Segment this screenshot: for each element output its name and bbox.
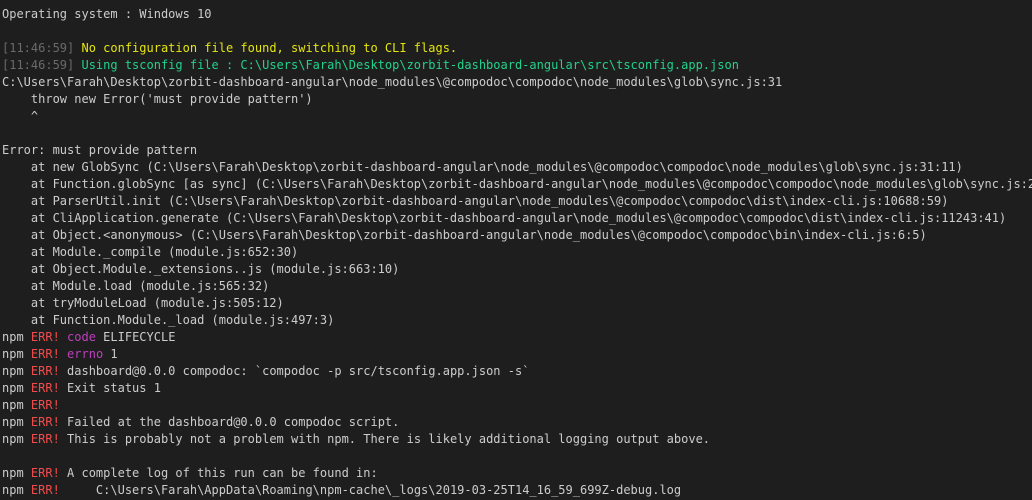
terminal-line: at ParserUtil.init (C:\Users\Farah\Deskt… <box>2 193 1032 210</box>
npm-err-tag: ERR! <box>30 381 60 395</box>
terminal-line: at Module.load (module.js:565:32) <box>2 278 1032 295</box>
line-text: npm <box>2 330 31 344</box>
line-text: A complete log of this run can be found … <box>59 466 378 480</box>
line-text: at Module._compile (module.js:652:30) <box>2 245 299 259</box>
line-text: at Function.globSync [as sync] (C:\Users… <box>2 177 1032 191</box>
line-text: npm <box>2 381 31 395</box>
terminal-line: at CliApplication.generate (C:\Users\Far… <box>2 210 1032 227</box>
line-text: C:\Users\Farah\Desktop\zorbit-dashboard-… <box>2 75 783 89</box>
terminal-line: at Object.Module._extensions..js (module… <box>2 261 1032 278</box>
terminal-output[interactable]: Operating system : Windows 10 [11:46:59] … <box>0 0 1032 500</box>
line-text: ^ <box>2 109 39 123</box>
terminal-line: npm ERR! errno 1 <box>2 346 1032 363</box>
terminal-line: C:\Users\Farah\Desktop\zorbit-dashboard-… <box>2 74 1032 91</box>
terminal-line: at new GlobSync (C:\Users\Farah\Desktop\… <box>2 159 1032 176</box>
line-text: at Function.Module._load (module.js:497:… <box>2 313 335 327</box>
timestamp: [11:46:59] <box>2 41 75 55</box>
terminal-line: at Function.Module._load (module.js:497:… <box>2 312 1032 329</box>
terminal-line: npm ERR! A complete log of this run can … <box>2 465 1032 482</box>
terminal-line: Operating system : Windows 10 <box>2 6 1032 23</box>
line-text: throw new Error('must provide pattern') <box>2 92 313 106</box>
line-text: This is probably not a problem with npm.… <box>59 432 711 446</box>
terminal-line: [11:46:59] No configuration file found, … <box>2 40 1032 57</box>
terminal-line: npm ERR! This is probably not a problem … <box>2 431 1032 448</box>
line-text: Exit status 1 <box>59 381 161 395</box>
npm-err-tag: ERR! <box>30 483 60 497</box>
line-text: Failed at the dashboard@0.0.0 compodoc s… <box>59 415 400 429</box>
terminal-line: npm ERR! Failed at the dashboard@0.0.0 c… <box>2 414 1032 431</box>
line-text: npm <box>2 466 31 480</box>
npm-err-key: code <box>67 330 96 344</box>
line-text: 1 <box>103 347 118 361</box>
line-text: at CliApplication.generate (C:\Users\Far… <box>2 211 1007 225</box>
terminal-line: npm ERR! Exit status 1 <box>2 380 1032 397</box>
terminal-line: npm ERR! C:\Users\Farah\AppData\Roaming\… <box>2 482 1032 499</box>
line-text <box>60 347 67 361</box>
line-text: Error: must provide pattern <box>2 143 198 157</box>
npm-err-tag: ERR! <box>30 364 60 378</box>
terminal-line: npm ERR! dashboard@0.0.0 compodoc: `comp… <box>2 363 1032 380</box>
line-text: at Module.load (module.js:565:32) <box>2 279 270 293</box>
npm-err-tag: ERR! <box>30 466 60 480</box>
line-text: at Object.Module._extensions..js (module… <box>2 262 400 276</box>
npm-err-tag: ERR! <box>30 415 60 429</box>
npm-err-tag: ERR! <box>30 347 60 361</box>
terminal-line: at Module._compile (module.js:652:30) <box>2 244 1032 261</box>
terminal-line: npm ERR! code ELIFECYCLE <box>2 329 1032 346</box>
line-text: npm <box>2 364 31 378</box>
line-text: at new GlobSync (C:\Users\Farah\Desktop\… <box>2 160 963 174</box>
line-text: npm <box>2 347 31 361</box>
npm-err-tag: ERR! <box>30 432 60 446</box>
timestamp: [11:46:59] <box>2 58 75 72</box>
terminal-line: at tryModuleLoad (module.js:505:12) <box>2 295 1032 312</box>
info-message: Using tsconfig file : C:\Users\Farah\Des… <box>74 58 739 72</box>
line-text: Operating system : Windows 10 <box>2 7 212 21</box>
terminal-line: throw new Error('must provide pattern') <box>2 91 1032 108</box>
line-text: at tryModuleLoad (module.js:505:12) <box>2 296 284 310</box>
npm-err-key: errno <box>67 347 104 361</box>
terminal-line: Error: must provide pattern <box>2 142 1032 159</box>
warning-message: No configuration file found, switching t… <box>74 41 458 55</box>
terminal-line: ^ <box>2 108 1032 125</box>
line-text: npm <box>2 432 31 446</box>
line-text: C:\Users\Farah\AppData\Roaming\npm-cache… <box>59 483 682 497</box>
terminal-line: at Function.globSync [as sync] (C:\Users… <box>2 176 1032 193</box>
line-text: npm <box>2 415 31 429</box>
line-text: ELIFECYCLE <box>95 330 176 344</box>
line-text: npm <box>2 398 31 412</box>
terminal-line: at Object.<anonymous> (C:\Users\Farah\De… <box>2 227 1032 244</box>
terminal-line: [11:46:59] Using tsconfig file : C:\User… <box>2 57 1032 74</box>
line-text: npm <box>2 483 31 497</box>
terminal-line: npm ERR! <box>2 397 1032 414</box>
line-text: at Object.<anonymous> (C:\Users\Farah\De… <box>2 228 927 242</box>
npm-err-tag: ERR! <box>30 330 60 344</box>
line-text: at ParserUtil.init (C:\Users\Farah\Deskt… <box>2 194 949 208</box>
line-text <box>60 330 67 344</box>
npm-err-tag: ERR! <box>30 398 60 412</box>
line-text: dashboard@0.0.0 compodoc: `compodoc -p s… <box>59 364 530 378</box>
